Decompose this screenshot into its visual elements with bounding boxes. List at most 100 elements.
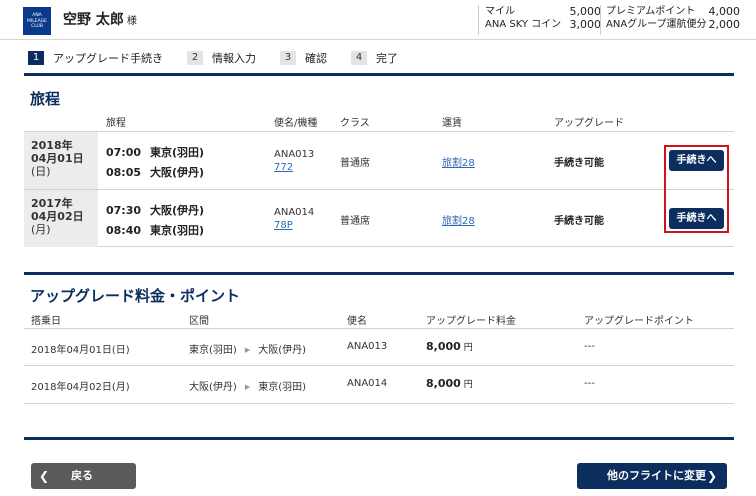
col-header-flight: 便名 (347, 316, 367, 327)
flight-info: ANA013 772 (274, 148, 314, 174)
col-header-route: 区間 (189, 316, 209, 327)
group-points-value: 2,000 (708, 18, 741, 31)
fee-row-divider (24, 328, 734, 329)
fee-flight: ANA014 (347, 378, 388, 389)
route-from: 大阪(伊丹) (189, 382, 237, 393)
date-year: 2017年 (31, 197, 73, 210)
arrival-time: 08:40 (106, 224, 142, 237)
premium-points-column: プレミアムポイント 4,000 ANAグループ運航便分 2,000 (600, 5, 740, 35)
fee-amount-value: 8,000 (426, 377, 461, 390)
col-header-flight: 便名/機種 (274, 118, 318, 129)
account-stats: マイル 5,000 ANA SKY コイン 3,000 プレミアムポイント 4,… (478, 5, 740, 35)
fee-route: 大阪(伊丹) ▶ 東京(羽田) (189, 378, 306, 393)
sky-coin-label: ANA SKY コイン (485, 19, 562, 30)
miles-value: 5,000 (569, 5, 602, 18)
step-label: アップグレード手続き (53, 52, 163, 65)
fee-points: --- (584, 378, 595, 389)
footer-divider (24, 437, 734, 440)
fare-link[interactable]: 旅割28 (442, 212, 475, 227)
step-confirm: 3 確認 (280, 50, 327, 66)
aircraft-link[interactable]: 78P (274, 219, 314, 232)
date-weekday: (日) (31, 165, 51, 178)
fee-points: --- (584, 341, 595, 352)
col-header-fare: 運賃 (442, 118, 462, 129)
group-points-label: ANAグループ運航便分 (606, 19, 707, 30)
route-to: 大阪(伊丹) (258, 345, 307, 356)
step-number: 2 (187, 51, 203, 65)
chevron-right-icon: ❯ (706, 469, 717, 483)
route-from: 東京(羽田) (189, 345, 237, 356)
fee-section-divider (24, 272, 734, 275)
itinerary-date: 2017年 04月02日 (月) (24, 190, 98, 247)
triangle-right-icon: ▶ (244, 346, 251, 354)
col-header-date: 搭乗日 (31, 316, 61, 327)
page-header: ANA MILEAGE CLUB 空野 太郎様 マイル 5,000 ANA SK… (0, 0, 756, 40)
departure-line: 07:00 東京(羽田) (106, 144, 204, 160)
flight-number: ANA014 (274, 207, 315, 218)
date-year: 2018年 (31, 139, 73, 152)
itinerary-row: 2018年 04月01日 (日) 07:00 東京(羽田) 08:05 大阪(伊丹)… (24, 131, 734, 189)
route-to: 東京(羽田) (258, 382, 307, 393)
aircraft-link[interactable]: 772 (274, 161, 314, 174)
flight-number: ANA013 (274, 149, 315, 160)
sky-coin-value: 3,000 (569, 18, 602, 31)
col-header-upgrade: アップグレード (554, 118, 624, 129)
sky-coin-row: ANA SKY コイン 3,000 (485, 18, 601, 31)
progress-steps: 1 アップグレード手続き 2 情報入力 3 確認 4 完了 (28, 50, 422, 66)
step-number: 1 (28, 51, 44, 65)
highlight-box (664, 145, 729, 233)
back-button-label: 戻る (71, 469, 93, 482)
arrival-time: 08:05 (106, 166, 142, 179)
flight-info: ANA014 78P (274, 206, 314, 232)
change-flight-button[interactable]: 他のフライトに変更 ❯ (577, 463, 727, 489)
step-number: 3 (280, 51, 296, 65)
fee-unit: 円 (463, 380, 473, 390)
back-button[interactable]: ❮ 戻る (31, 463, 136, 489)
fee-row-divider (24, 403, 734, 404)
change-flight-label: 他のフライトに変更 (607, 469, 706, 482)
fee-unit: 円 (463, 343, 473, 353)
miles-row: マイル 5,000 (485, 5, 601, 18)
departure-airport: 東京(羽田) (150, 146, 205, 159)
itinerary-row: 2017年 04月02日 (月) 07:30 大阪(伊丹) 08:40 東京(羽田)… (24, 189, 734, 247)
date-day: 04月01日 (31, 152, 84, 165)
fee-date: 2018年04月01日(日) (31, 345, 130, 356)
upgrade-status: 手続き可能 (554, 216, 604, 227)
arrival-line: 08:05 大阪(伊丹) (106, 164, 204, 180)
departure-airport: 大阪(伊丹) (150, 204, 205, 217)
upgrade-status: 手続き可能 (554, 158, 604, 169)
user-name: 空野 太郎様 (63, 9, 137, 29)
user-honorific: 様 (126, 16, 137, 27)
ana-mileage-club-logo[interactable]: ANA MILEAGE CLUB (23, 7, 51, 35)
step-label: 完了 (376, 52, 398, 65)
seat-class: 普通席 (340, 216, 370, 227)
departure-line: 07:30 大阪(伊丹) (106, 202, 204, 218)
step-number: 4 (351, 51, 367, 65)
fee-amount: 8,000 円 (426, 377, 473, 390)
step-label: 情報入力 (212, 52, 256, 65)
step-complete: 4 完了 (351, 50, 398, 66)
arrival-airport: 大阪(伊丹) (150, 166, 205, 179)
step-label: 確認 (305, 52, 327, 65)
col-header-trip: 旅程 (106, 118, 126, 129)
col-header-class: クラス (340, 118, 370, 129)
fare-link[interactable]: 旅割28 (442, 154, 475, 169)
date-weekday: (月) (31, 223, 51, 236)
departure-time: 07:00 (106, 146, 142, 159)
fee-date: 2018年04月02日(月) (31, 382, 130, 393)
step-upgrade: 1 アップグレード手続き (28, 50, 163, 66)
premium-points-label: プレミアムポイント (606, 6, 696, 17)
step-info-input: 2 情報入力 (187, 50, 256, 66)
chevron-left-icon: ❮ (39, 469, 50, 483)
user-name-text: 空野 太郎 (63, 12, 124, 28)
col-header-fee: アップグレード料金 (426, 316, 516, 327)
itinerary-date: 2018年 04月01日 (日) (24, 132, 98, 189)
group-points-row: ANAグループ運航便分 2,000 (606, 18, 740, 31)
col-header-points: アップグレードポイント (584, 316, 694, 327)
date-day: 04月02日 (31, 210, 84, 223)
fee-row-divider (24, 365, 734, 366)
fee-route: 東京(羽田) ▶ 大阪(伊丹) (189, 341, 306, 356)
fee-title: アップグレード料金・ポイント (30, 287, 241, 305)
arrival-line: 08:40 東京(羽田) (106, 222, 204, 238)
fee-flight: ANA013 (347, 341, 388, 352)
